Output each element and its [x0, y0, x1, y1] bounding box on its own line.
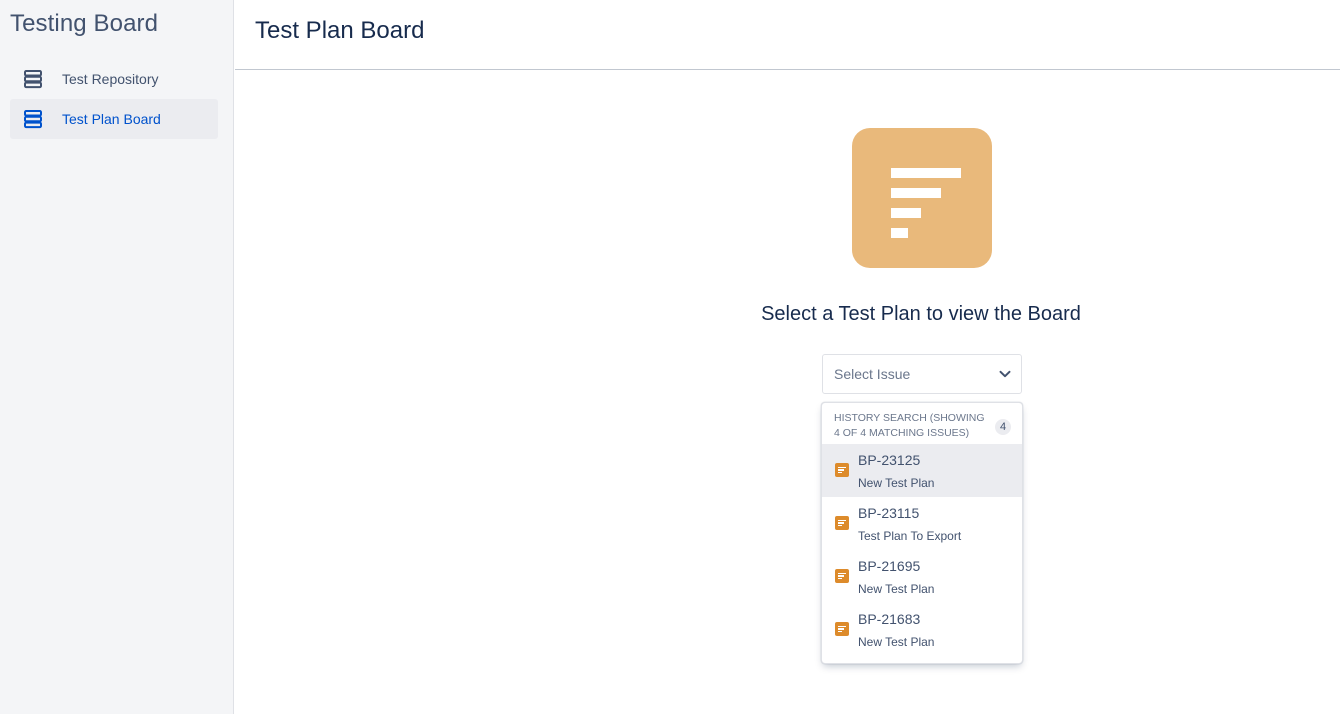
sidebar: Testing Board Test Repository Test Plan … — [0, 0, 234, 714]
issue-key: BP-21683 — [858, 611, 921, 627]
test-plan-icon — [835, 516, 849, 530]
issue-dropdown-menu: HISTORY SEARCH (SHOWING 4 OF 4 MATCHING … — [821, 402, 1023, 664]
test-plan-icon — [852, 128, 992, 268]
chevron-down-icon[interactable] — [993, 362, 1017, 386]
issue-summary: New Test Plan — [858, 635, 935, 649]
stack-icon — [23, 109, 43, 129]
test-plan-icon — [835, 569, 849, 583]
empty-state-message: Select a Test Plan to view the Board — [761, 303, 1081, 325]
issue-key: BP-23115 — [858, 505, 920, 521]
sidebar-item-test-repository[interactable]: Test Repository — [10, 59, 218, 99]
issue-option[interactable]: BP-21695 New Test Plan — [822, 550, 1022, 603]
page-header: Test Plan Board — [235, 0, 1340, 70]
dropdown-group-heading: HISTORY SEARCH (SHOWING 4 OF 4 MATCHING … — [834, 412, 985, 439]
select-placeholder: Select Issue — [834, 366, 911, 382]
issue-option[interactable]: BP-23125 New Test Plan — [822, 444, 1022, 497]
sidebar-title: Testing Board — [10, 10, 159, 37]
sidebar-item-label: Test Plan Board — [62, 111, 161, 127]
issue-summary: Test Plan To Export — [858, 529, 962, 543]
test-plan-icon — [835, 622, 849, 636]
stack-icon — [23, 69, 43, 89]
issue-option[interactable]: BP-21683 New Test Plan — [822, 603, 1022, 656]
result-count-badge: 4 — [995, 419, 1011, 435]
test-plan-icon — [835, 463, 849, 477]
sidebar-item-test-plan-board[interactable]: Test Plan Board — [10, 99, 218, 139]
issue-summary: New Test Plan — [858, 476, 935, 490]
issue-summary: New Test Plan — [858, 582, 935, 596]
issue-option[interactable]: BP-23115 Test Plan To Export — [822, 497, 1022, 550]
issue-key: BP-23125 — [858, 452, 921, 468]
issue-select[interactable]: Select Issue — [822, 354, 1022, 394]
issue-key: BP-21695 — [858, 558, 921, 574]
sidebar-item-label: Test Repository — [62, 71, 159, 87]
page-title: Test Plan Board — [255, 17, 425, 44]
